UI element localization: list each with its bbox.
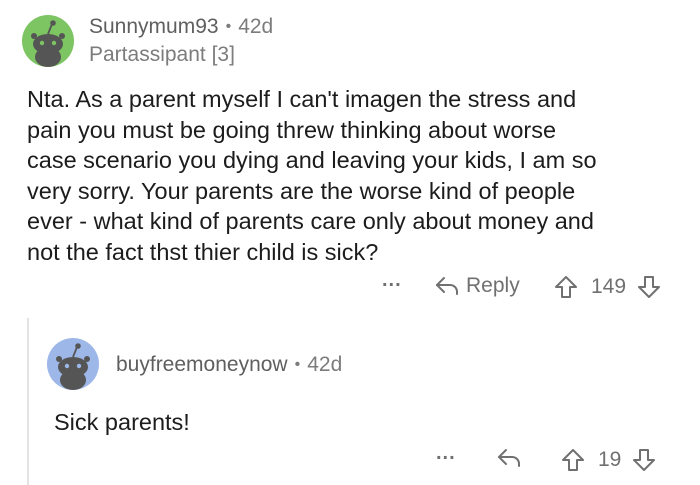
user-flair: Partassipant [3] — [89, 43, 235, 66]
avatar-buyfreemoneynow[interactable] — [47, 338, 99, 390]
reply-button[interactable]: Reply — [434, 274, 520, 298]
reply-header: buyfreemoneynow • 42d — [116, 353, 342, 377]
more-options-button[interactable]: ... — [436, 442, 456, 470]
downvote-arrow-icon[interactable] — [631, 447, 657, 473]
comment-body-line: Nta. As a parent myself I can't imagen t… — [27, 86, 577, 112]
comment-body-line: very sorry. Your parents are the worse k… — [27, 177, 576, 204]
vote-score: 149 — [591, 275, 627, 298]
snoo-avatar-icon — [22, 15, 74, 67]
reply-label: Reply — [466, 274, 520, 297]
separator-dot: • — [294, 356, 301, 373]
comment-body-line: not the fact thst thier child is sick? — [27, 238, 379, 265]
upvote-arrow-icon[interactable] — [553, 274, 579, 300]
comment-body-line: case scenario you dying and leaving your… — [27, 147, 597, 173]
vote-controls: 19 — [560, 447, 657, 473]
username[interactable]: buyfreemoneynow — [116, 353, 288, 377]
snoo-avatar-icon — [47, 338, 99, 390]
thread-line[interactable] — [27, 318, 29, 485]
separator-dot: • — [225, 18, 232, 35]
vote-controls: 149 — [553, 274, 662, 300]
reply-arrow-icon — [436, 277, 458, 295]
reply-age: 42d — [307, 353, 343, 376]
reply-arrow-icon — [498, 449, 520, 467]
upvote-arrow-icon[interactable] — [560, 447, 586, 473]
comment-age: 42d — [238, 15, 274, 38]
comment-body-line: ever - what kind of parents care only ab… — [27, 208, 594, 234]
more-options-icon: ... — [382, 269, 402, 291]
comment-header: Sunnymum93 • 42d — [89, 15, 273, 39]
reply-body: Sick parents! — [54, 409, 190, 435]
avatar-sunnymum93[interactable] — [22, 15, 74, 67]
vote-score: 19 — [598, 448, 622, 471]
comment-body-line: pain you must be going threw thinking ab… — [27, 116, 557, 143]
more-options-icon: ... — [436, 442, 456, 464]
comment-body: Nta. As a parent myself I can't imagen t… — [27, 84, 687, 267]
more-options-button[interactable]: ... — [382, 269, 402, 297]
username[interactable]: Sunnymum93 — [89, 15, 219, 39]
downvote-arrow-icon[interactable] — [636, 274, 662, 300]
reply-button[interactable] — [496, 447, 522, 469]
